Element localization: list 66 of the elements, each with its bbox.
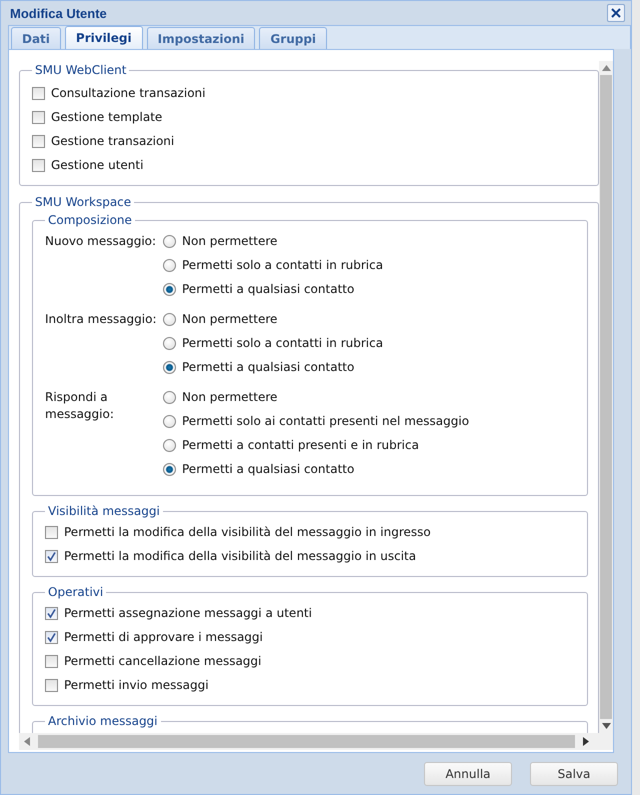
dialog-button[interactable]: Annulla [424, 762, 512, 786]
radio-label: Permetti solo ai contatti presenti nel messaggio [182, 414, 470, 428]
horizontal-scrollbar[interactable] [19, 733, 613, 750]
checkbox[interactable] [45, 550, 58, 562]
radio-label: Permetti a qualsiasi contatto [182, 282, 354, 296]
tab[interactable]: Privilegi [64, 26, 143, 49]
radio-button[interactable] [163, 234, 176, 248]
field-label: Nuovo messaggio: [45, 233, 158, 250]
radio-label: Permetti solo a contatti in rubrica [182, 258, 384, 272]
checkbox-label: Gestione utenti [51, 158, 144, 172]
fieldset-legend: Archivio messaggi [45, 714, 161, 728]
tab[interactable]: Impostazioni [146, 27, 256, 49]
checkbox-label: Permetti assegnazione messaggi a utenti [64, 606, 312, 620]
radio-button[interactable] [163, 312, 176, 326]
close-icon [610, 7, 622, 19]
radio-label: Non permettere [182, 234, 278, 248]
checkbox-label: Gestione transazioni [51, 134, 174, 148]
checkbox-label: Permetti invio messaggi [64, 678, 209, 692]
close-button[interactable] [607, 4, 625, 22]
fieldset-legend: SMU Workspace [32, 195, 134, 209]
radio-button[interactable] [163, 390, 176, 404]
scroll-down-icon[interactable] [602, 723, 610, 729]
checkbox-label: Permetti la modifica della visibilità del messaggio in uscita [64, 549, 416, 563]
checkbox[interactable] [45, 630, 58, 644]
tab[interactable]: Dati [11, 27, 61, 49]
scrollbar-thumb[interactable] [38, 735, 575, 748]
checkbox-label: Consultazione transazioni [51, 86, 206, 100]
scrollbar-thumb[interactable] [600, 75, 612, 719]
checkbox[interactable] [32, 134, 45, 148]
radio-label: Permetti a contatti presenti e in rubrica [182, 438, 419, 452]
checkbox-label: Gestione template [51, 110, 162, 124]
checkbox-label: Permetti cancellazione messaggi [64, 654, 262, 668]
radio-button[interactable] [163, 282, 176, 296]
radio-button[interactable] [163, 462, 176, 476]
radio-label: Permetti a qualsiasi contatto [182, 360, 354, 374]
fieldset-legend: SMU WebClient [32, 63, 130, 77]
checkbox[interactable] [45, 654, 58, 668]
checkbox[interactable] [45, 526, 58, 538]
field-label: Inoltra messaggio: [45, 311, 158, 328]
fieldset-legend: Operativi [45, 585, 106, 599]
fieldset-legend: Composizione [45, 213, 135, 227]
checkbox[interactable] [32, 110, 45, 124]
window-title: Modifica Utente [10, 6, 107, 20]
checkbox[interactable] [32, 158, 45, 172]
scroll-up-icon[interactable] [602, 65, 610, 71]
checkbox-label: Permetti di approvare i messaggi [64, 630, 263, 644]
tab[interactable]: Gruppi [259, 27, 328, 49]
checkbox-label: Permetti la modifica della visibilità del messaggio in ingresso [64, 525, 431, 539]
checkbox[interactable] [45, 678, 58, 692]
fieldset-legend: Visibilità messaggi [45, 504, 163, 518]
radio-label: Non permettere [182, 312, 278, 326]
checkbox[interactable] [45, 606, 58, 620]
dialog-button[interactable]: Salva [530, 762, 618, 786]
vertical-scrollbar[interactable] [599, 61, 613, 733]
checkbox[interactable] [32, 86, 45, 100]
radio-label: Permetti solo a contatti in rubrica [182, 336, 384, 350]
radio-button[interactable] [163, 258, 176, 272]
scroll-left-icon[interactable] [24, 737, 30, 746]
radio-button[interactable] [163, 414, 176, 428]
radio-label: Permetti a qualsiasi contatto [182, 462, 354, 476]
field-label: Rispondi a messaggio: [45, 389, 115, 423]
radio-button[interactable] [163, 438, 176, 452]
radio-label: Non permettere [182, 390, 278, 404]
radio-button[interactable] [163, 336, 176, 350]
scroll-right-icon[interactable] [583, 737, 589, 746]
radio-button[interactable] [163, 360, 176, 374]
